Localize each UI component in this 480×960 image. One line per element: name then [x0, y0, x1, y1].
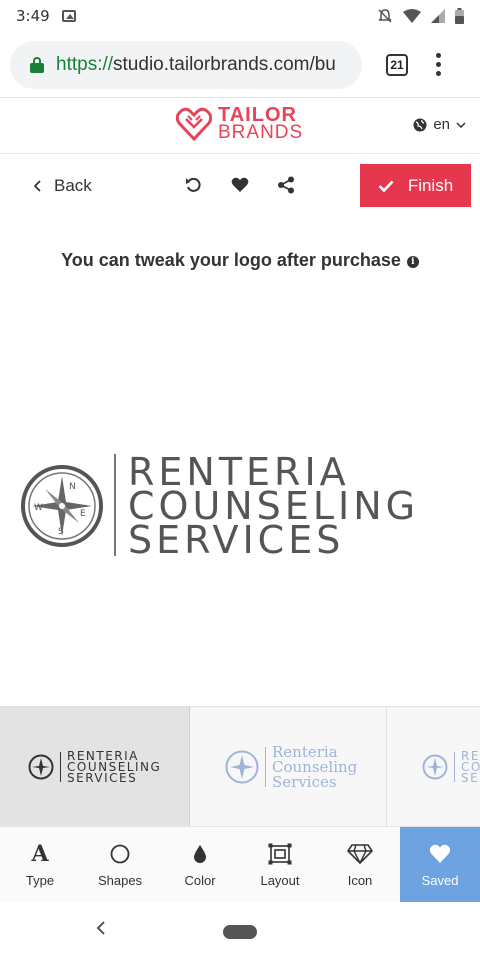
share-button[interactable] — [275, 174, 297, 196]
tool-saved[interactable]: Saved — [400, 827, 480, 903]
heart-icon — [231, 177, 249, 192]
layout-icon — [268, 843, 292, 865]
logo-variant-3[interactable]: REN COU SER — [388, 707, 480, 826]
globe-icon — [413, 118, 427, 131]
brand-header: TAILOR BRANDS en — [0, 98, 480, 154]
logo-variant-2[interactable]: Renteria Counseling Services — [191, 707, 387, 826]
nav-home-pill[interactable] — [223, 925, 257, 939]
variant-wordmark: RENTERIA COUNSELING SERVICES — [67, 750, 161, 785]
circle-icon — [110, 843, 130, 865]
url-scheme: https:// — [56, 53, 114, 75]
type-icon: A — [31, 841, 49, 867]
browser-menu-icon[interactable] — [436, 53, 441, 76]
status-icons — [377, 8, 464, 24]
compass-letter-e: E — [80, 509, 86, 519]
variant-divider — [265, 747, 266, 787]
url-host: studio.tailorbrands.com/bu — [113, 53, 336, 75]
tool-icon[interactable]: Icon — [320, 827, 400, 903]
variant-wordmark: REN COU SER — [461, 750, 480, 785]
undo-button[interactable] — [183, 174, 205, 196]
chevron-down-icon — [456, 121, 466, 128]
heart-icon — [429, 843, 451, 865]
tool-type-label: Type — [25, 873, 55, 888]
tool-saved-label: Saved — [421, 873, 459, 888]
language-selector[interactable]: en — [413, 116, 466, 133]
favorite-button[interactable] — [229, 174, 251, 196]
variant-3-line-3: SER — [461, 770, 480, 785]
variant-2-line-3: Services — [272, 772, 337, 791]
back-label: Back — [54, 176, 92, 195]
tweak-notice: You can tweak your logo after purchase i — [0, 250, 480, 271]
tool-layout-label: Layout — [260, 873, 300, 888]
editor-toolbar: Back Finish — [0, 154, 480, 220]
compass-icon — [28, 754, 54, 780]
tool-color[interactable]: Color — [160, 827, 240, 903]
compass-letter-n: N — [69, 482, 76, 492]
diamond-icon — [347, 843, 373, 865]
tool-shapes[interactable]: Shapes — [80, 827, 160, 903]
compass-letter-s: S — [58, 527, 64, 537]
tool-icon-label: Icon — [347, 873, 373, 888]
signal-icon — [431, 9, 445, 23]
tailor-brands-logo[interactable]: TAILOR BRANDS — [176, 105, 304, 143]
tab-switcher-button[interactable]: 21 — [386, 53, 408, 76]
lock-icon — [30, 56, 44, 73]
nav-back-icon[interactable] — [96, 920, 106, 936]
address-bar[interactable]: https://studio.tailorbrands.com/bu — [10, 40, 362, 89]
checkmark-icon — [378, 180, 394, 192]
compass-icon — [225, 750, 259, 784]
tweak-notice-text: You can tweak your logo after purchase — [61, 250, 401, 270]
tool-type[interactable]: A Type — [0, 827, 80, 903]
battery-icon — [455, 8, 464, 24]
editor-tools-bar: A Type Shapes Color Layout Icon Saved — [0, 826, 480, 903]
variant-divider — [454, 752, 455, 782]
tool-layout[interactable]: Layout — [240, 827, 320, 903]
brand-wordmark: TAILOR BRANDS — [218, 105, 304, 143]
variant-1-line-3: SERVICES — [67, 770, 138, 785]
logo-line-3: SERVICES — [128, 518, 345, 562]
language-label: en — [433, 116, 450, 133]
logo-divider — [114, 454, 116, 556]
info-icon[interactable]: i — [406, 256, 419, 268]
brand-heart-icon — [176, 107, 212, 141]
logo-variant-1[interactable]: RENTERIA COUNSELING SERVICES — [0, 707, 190, 826]
status-time: 3:49 — [16, 7, 50, 25]
undo-icon — [186, 177, 201, 192]
variant-divider — [60, 752, 61, 782]
finish-label: Finish — [407, 175, 454, 195]
variant-wordmark: Renteria Counseling Services — [272, 744, 357, 791]
status-bar: 3:49 — [0, 0, 480, 32]
finish-button[interactable]: Finish — [360, 164, 471, 207]
share-icon — [278, 176, 294, 194]
image-notification-icon — [61, 10, 76, 22]
system-nav-bar — [0, 902, 480, 960]
back-button[interactable]: Back — [34, 176, 92, 196]
chevron-left-icon — [34, 180, 41, 192]
compass-icon — [422, 754, 448, 780]
tool-color-label: Color — [184, 873, 216, 888]
wifi-icon — [403, 9, 421, 23]
logo-preview[interactable]: N E S W RENTERIA COUNSELING SERVICES — [18, 452, 468, 562]
compass-letter-w: W — [34, 503, 43, 513]
notifications-off-icon — [378, 9, 392, 23]
tool-shapes-label: Shapes — [97, 873, 143, 888]
droplet-icon — [193, 843, 207, 865]
browser-toolbar: https://studio.tailorbrands.com/bu 21 — [0, 32, 480, 98]
brand-sub: BRANDS — [218, 122, 304, 143]
logo-variants-strip[interactable]: RENTERIA COUNSELING SERVICES Renteria Co… — [0, 706, 480, 826]
compass-icon: N E S W — [21, 465, 103, 547]
